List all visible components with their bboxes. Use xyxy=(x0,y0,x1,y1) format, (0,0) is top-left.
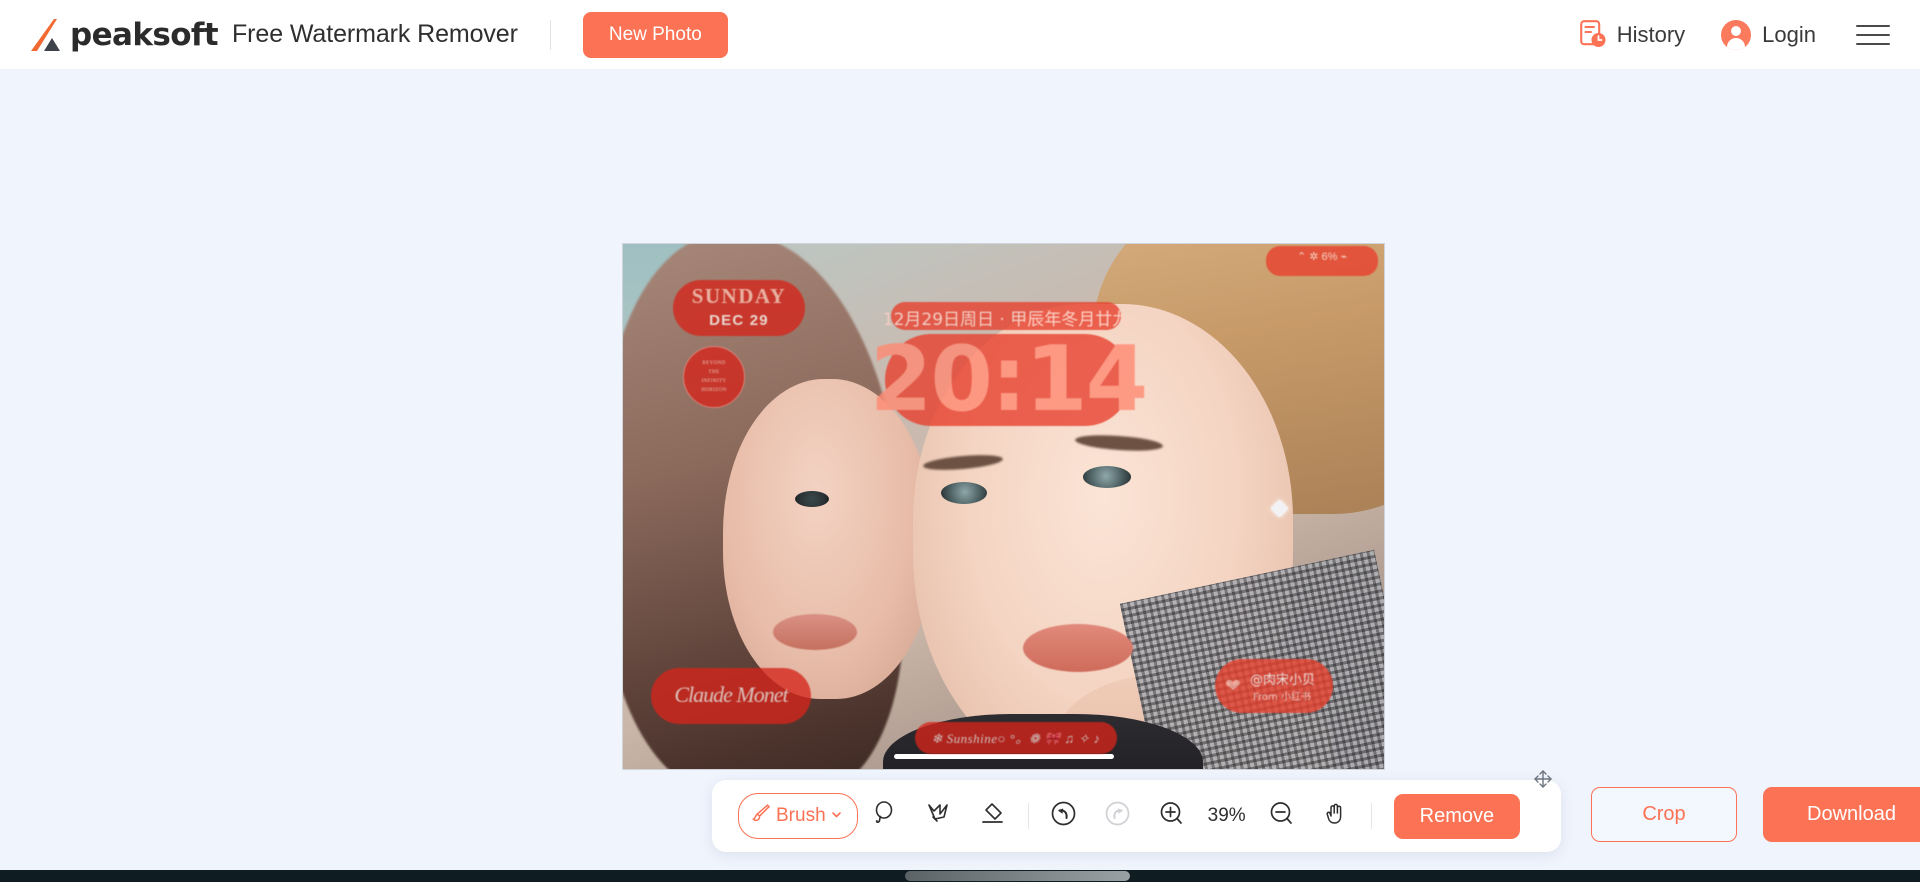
login-button[interactable]: Login xyxy=(1721,19,1816,50)
zoom-in-plus-icon xyxy=(1158,800,1185,832)
watermark-clock-text: 20:14 xyxy=(869,327,1148,432)
history-label: History xyxy=(1616,21,1686,47)
undo-arrow-icon xyxy=(1050,800,1077,832)
zoom-out-button[interactable] xyxy=(1255,793,1309,839)
watermark-status-text: ⌃ ✲ 6% ⌁ xyxy=(1296,251,1348,263)
watermark-mask-lockscreen-date[interactable]: 12月29日周日 · 甲辰年冬月廿九 xyxy=(883,302,1129,330)
header-right-group: History Login xyxy=(1544,19,1890,50)
brand-logo-text: peaksoft xyxy=(70,16,219,53)
eraser-icon xyxy=(979,800,1006,832)
paintbrush-icon xyxy=(750,802,772,830)
crop-button[interactable]: Crop xyxy=(1591,787,1737,842)
move-handle-icon[interactable] xyxy=(1532,768,1554,790)
lasso-tool-button[interactable] xyxy=(858,793,912,839)
watermark-xhs-line2: From 小红书 xyxy=(1253,692,1311,703)
download-button[interactable]: Download xyxy=(1763,787,1920,842)
pan-tool-button[interactable] xyxy=(1309,793,1363,839)
zoom-out-minus-icon xyxy=(1268,800,1295,832)
watermark-xhs-line1: @肉宋小贝 xyxy=(1250,673,1316,688)
eraser-tool-button[interactable] xyxy=(966,793,1020,839)
history-document-clock-icon xyxy=(1579,20,1606,49)
zoom-in-button[interactable] xyxy=(1145,793,1199,839)
lasso-icon xyxy=(871,800,898,832)
zoom-level-label: 39% xyxy=(1207,805,1246,826)
hamburger-menu-icon[interactable] xyxy=(1856,24,1890,45)
chevron-down-icon[interactable] xyxy=(830,805,843,827)
stamp-line2: THE xyxy=(708,370,720,375)
photo-preview[interactable]: SUNDAY DEC 29 BEYOND THE INFINITY HORIZO… xyxy=(622,243,1385,770)
brush-tool-button[interactable]: Brush xyxy=(738,793,858,839)
brush-label: Brush xyxy=(776,805,826,826)
user-avatar-icon xyxy=(1721,19,1752,50)
peak-logo-icon xyxy=(30,18,76,52)
watermark-sunshine-text: ❄ Sunshine○ °。❁ 🎀 ♫ ✧ ♪ xyxy=(931,731,1101,746)
header-divider xyxy=(549,19,551,50)
redo-arrow-icon xyxy=(1104,800,1131,832)
watermark-signature-text: Claude Monet xyxy=(674,682,788,707)
page-scrollbar[interactable] xyxy=(0,870,1920,882)
watermark-stamp-text: BEYOND THE INFINITY HORIZON xyxy=(683,346,745,408)
history-button[interactable]: History xyxy=(1579,20,1686,49)
heart-icon: ❤ xyxy=(1225,676,1241,697)
stamp-line4: HORIZON xyxy=(701,388,727,393)
toolbar-divider-2 xyxy=(1370,803,1372,829)
watermark-mask-lockscreen-clock[interactable]: 20:14 xyxy=(870,332,1148,428)
bottom-bar: Brush 39% Remove Crop Download xyxy=(0,770,1920,882)
hand-pan-icon xyxy=(1322,800,1349,832)
watermark-mask-signature[interactable]: Claude Monet xyxy=(651,668,811,724)
new-photo-button[interactable]: New Photo xyxy=(582,11,728,58)
watermark-sunday-line2: DEC 29 xyxy=(709,312,769,329)
stamp-line1: BEYOND xyxy=(702,361,726,366)
polygon-select-icon xyxy=(925,800,952,832)
editor-toolbar: Brush 39% Remove xyxy=(712,770,1561,852)
watermark-mask-sunshine[interactable]: ❄ Sunshine○ °。❁ 🎀 ♫ ✧ ♪ xyxy=(915,722,1117,754)
undo-button[interactable] xyxy=(1037,793,1091,839)
redo-button[interactable] xyxy=(1091,793,1145,839)
stamp-line3: INFINITY xyxy=(701,379,727,384)
remove-button[interactable]: Remove xyxy=(1393,793,1521,839)
watermark-mask-xiaohongshu[interactable]: ❤ @肉宋小贝 From 小红书 xyxy=(1215,659,1333,713)
app-header: peaksoft Free Watermark Remover New Phot… xyxy=(0,0,1920,70)
editor-canvas[interactable]: SUNDAY DEC 29 BEYOND THE INFINITY HORIZO… xyxy=(0,70,1920,882)
watermark-mask-status-bar[interactable]: ⌃ ✲ 6% ⌁ xyxy=(1266,246,1378,276)
toolbar-divider-1 xyxy=(1027,803,1029,829)
brand-logo[interactable]: peaksoft xyxy=(30,16,219,53)
app-title: Free Watermark Remover xyxy=(232,20,518,48)
page-scrollbar-thumb[interactable] xyxy=(905,871,1130,881)
watermark-sunday-line1: SUNDAY xyxy=(691,284,787,308)
watermark-mask-sunday-date[interactable]: SUNDAY DEC 29 xyxy=(673,280,805,336)
login-label: Login xyxy=(1762,21,1816,47)
watermark-mask-circular-stamp[interactable]: BEYOND THE INFINITY HORIZON xyxy=(683,346,745,408)
polygon-select-tool-button[interactable] xyxy=(912,793,966,839)
